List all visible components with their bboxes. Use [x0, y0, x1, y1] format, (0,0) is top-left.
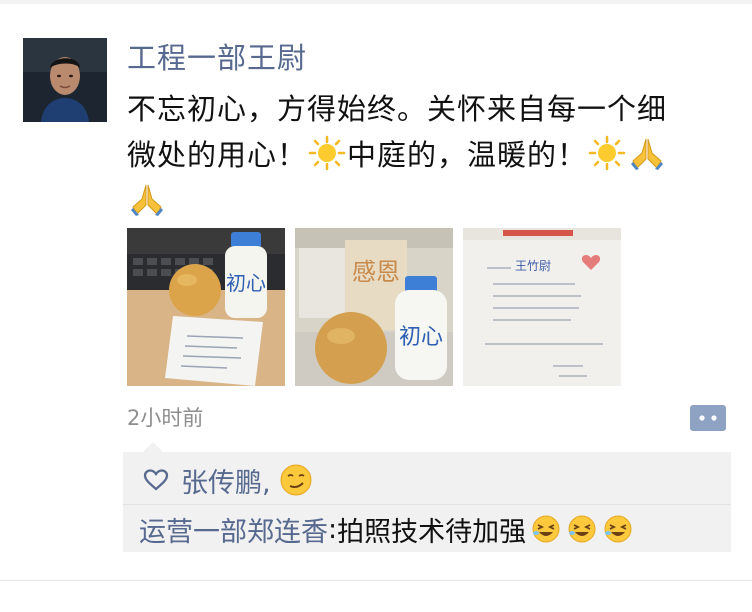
folded-hands-icon [627, 135, 667, 171]
content-line-2: 微处的用心！ 中庭的，温暖的！ [127, 132, 727, 178]
likes-row: 张传鹏, [143, 460, 313, 500]
content-line-2b: 中庭的，温暖的！ [347, 138, 588, 172]
content-line-3 [127, 178, 727, 224]
folded-hands-icon [127, 181, 167, 217]
post-timestamp: 2小时前 [127, 406, 204, 430]
author-name[interactable]: 工程一部王尉 [127, 38, 307, 78]
photo-thumbnail-1[interactable]: 初心 [127, 228, 285, 386]
bottle-label: 初心 [399, 325, 443, 350]
panel-caret [143, 442, 163, 452]
content-line-1: 不忘初心，方得始终。关怀来自每一个细 [127, 92, 668, 126]
comment-button[interactable] [684, 405, 726, 431]
heart-icon [143, 469, 169, 491]
card-label: 感恩 [352, 258, 400, 286]
note-label: 王竹尉 [515, 258, 551, 273]
rofl-emoji-icon [532, 515, 560, 543]
sun-icon [587, 135, 627, 171]
top-divider [0, 0, 752, 4]
content-line-2a: 微处的用心！ [127, 138, 308, 172]
sun-icon [307, 135, 347, 171]
comment-author[interactable]: 运营一部郑连香 [139, 510, 328, 549]
avatar[interactable] [23, 38, 107, 122]
rofl-emoji-icon [568, 515, 596, 543]
bottle-label: 初心 [226, 271, 266, 295]
rofl-emoji-icon [604, 515, 632, 543]
comment-dots-icon [684, 414, 717, 422]
smirk-emoji-icon[interactable] [279, 463, 313, 497]
comment-row[interactable]: 运营一部郑连香 : 拍照技术待加强 [139, 508, 634, 550]
post-content: 不忘初心，方得始终。关怀来自每一个细 微处的用心！ 中庭的，温暖的！ [127, 86, 727, 224]
like-user-name[interactable]: 张传鹏, [181, 461, 271, 500]
comment-separator: : [328, 513, 338, 545]
comment-text: 拍照技术待加强 [337, 516, 527, 548]
photo-thumbnail-2[interactable]: 感恩 初心 [295, 228, 453, 386]
bottom-divider [0, 580, 752, 581]
panel-divider [123, 504, 731, 505]
interaction-panel: 张传鹏, 运营一部郑连香 : 拍照技术待加强 [123, 442, 731, 552]
photo-thumbnail-3[interactable]: 王竹尉 [463, 228, 621, 386]
